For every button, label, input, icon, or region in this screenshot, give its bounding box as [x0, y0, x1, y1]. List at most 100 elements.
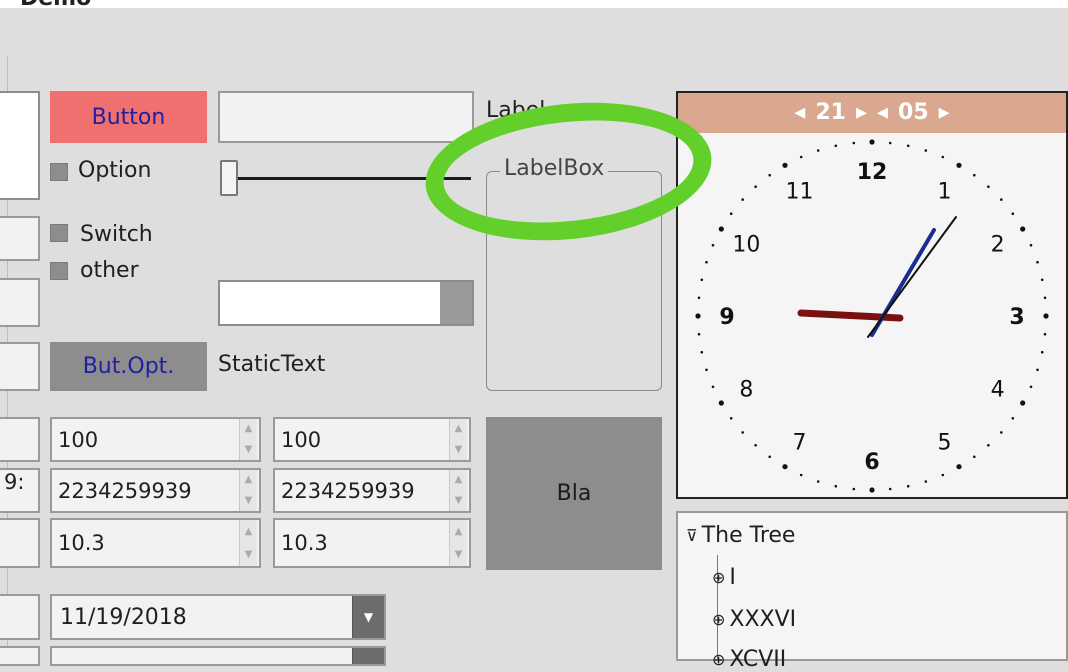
tree-view[interactable]: ⊽ The Tree ⊕ I ⊕ XXXVI ⊕ XCVII — [676, 511, 1068, 672]
other-checkbox[interactable] — [50, 262, 68, 280]
option-label: Option — [78, 158, 152, 183]
progress-field[interactable] — [218, 280, 474, 326]
chevron-down-icon: ▼ — [363, 610, 374, 624]
clock-number: 7 — [793, 431, 807, 456]
slider-thumb[interactable] — [220, 160, 238, 196]
clock-tick — [1000, 198, 1003, 201]
spin-up-icon[interactable]: ▲ — [245, 526, 253, 536]
tree-item-xxxvi-label: XXXVI — [729, 607, 797, 632]
spin-down-icon[interactable]: ▼ — [245, 549, 253, 559]
clock-tick — [888, 487, 892, 491]
switch-checkbox[interactable] — [50, 224, 68, 242]
top-strip — [0, 0, 1068, 8]
tree-item-i[interactable]: ⊕ I — [712, 565, 736, 590]
left-input-4[interactable] — [0, 342, 40, 391]
clock-tick — [768, 173, 771, 177]
clock-tick — [782, 162, 788, 168]
spin-2[interactable]: 100 ▲ ▼ — [273, 417, 471, 462]
spin-down-icon[interactable]: ▼ — [455, 444, 463, 454]
spin-6-arrows[interactable]: ▲ ▼ — [449, 520, 467, 566]
clock-tick — [718, 226, 724, 232]
spin-3[interactable]: 2234259939 ▲ ▼ — [50, 468, 261, 513]
clock-tick — [1036, 260, 1039, 264]
spin-down-icon[interactable]: ▼ — [455, 495, 463, 505]
button[interactable]: Button — [50, 91, 207, 143]
spin-5-arrows[interactable]: ▲ ▼ — [239, 520, 257, 566]
clock-tick — [1036, 368, 1039, 372]
left-spin-3[interactable] — [0, 518, 40, 568]
tree-root[interactable]: ⊽ The Tree — [686, 523, 795, 548]
clock-number: 1 — [938, 179, 952, 204]
spin-1-arrows[interactable]: ▲ ▼ — [239, 419, 257, 460]
spin-4[interactable]: 2234259939 ▲ ▼ — [273, 468, 471, 513]
spin-3-arrows[interactable]: ▲ ▼ — [239, 470, 257, 511]
clock-tick — [718, 400, 724, 406]
left-spin-1[interactable] — [0, 417, 40, 462]
bla-button[interactable]: Bla — [486, 417, 662, 570]
slider-track[interactable] — [236, 177, 471, 180]
collapse-icon[interactable]: ⊽ — [686, 526, 698, 545]
left-date-field-2[interactable] — [0, 646, 40, 666]
tree-item-xcvii-label: XCVII — [729, 647, 787, 672]
clock-tick — [816, 480, 820, 483]
spin-down-icon[interactable]: ▼ — [455, 549, 463, 559]
expand-icon[interactable]: ⊕ — [712, 568, 725, 587]
date-field[interactable]: 11/19/2018 ▼ — [50, 594, 386, 640]
left-spin-2-text: 9: — [4, 470, 25, 494]
but-opt-button[interactable]: But.Opt. — [50, 342, 207, 391]
left-spin-2[interactable]: 9: — [0, 468, 40, 513]
clock-tick — [711, 385, 715, 389]
spin-6[interactable]: 10.3 ▲ ▼ — [273, 518, 471, 568]
top-input[interactable] — [218, 91, 474, 143]
clock-number: 9 — [719, 305, 734, 330]
clock-number: 2 — [991, 233, 1005, 258]
clock-tick — [869, 487, 875, 493]
spin-down-icon[interactable]: ▼ — [245, 444, 253, 454]
spin-up-icon[interactable]: ▲ — [245, 475, 253, 485]
option-checkbox[interactable] — [50, 163, 68, 181]
clock-tick — [852, 141, 856, 145]
tree-item-xxxvi[interactable]: ⊕ XXXVI — [712, 607, 796, 632]
spin-down-icon[interactable]: ▼ — [245, 495, 253, 505]
hour-left-arrow-icon[interactable]: ◂ — [794, 102, 805, 124]
spin-up-icon[interactable]: ▲ — [455, 475, 463, 485]
spin-6-value: 10.3 — [281, 531, 328, 555]
clock-tick — [1029, 385, 1033, 389]
spin-up-icon[interactable]: ▲ — [455, 526, 463, 536]
clock-tick — [799, 473, 803, 477]
clock-tick — [1011, 212, 1015, 215]
clock-number: 5 — [938, 431, 952, 456]
spin-1-value: 100 — [58, 427, 99, 452]
other-label: other — [80, 258, 139, 283]
clock-tick — [695, 313, 701, 319]
left-textarea-top[interactable] — [0, 91, 40, 200]
clock-number: 3 — [1009, 305, 1024, 330]
spin-up-icon[interactable]: ▲ — [455, 424, 463, 434]
minute-right-arrow-icon[interactable]: ▸ — [939, 102, 950, 124]
clock-number: 6 — [864, 450, 879, 475]
date-dropdown-button-2[interactable] — [352, 648, 384, 664]
left-date-field-1[interactable] — [0, 594, 40, 640]
date-dropdown-button[interactable]: ▼ — [352, 596, 384, 638]
clock-tick — [1011, 417, 1015, 420]
clock-tick — [697, 296, 701, 300]
spin-5[interactable]: 10.3 ▲ ▼ — [50, 518, 261, 568]
clock-tick — [834, 144, 838, 148]
spin-1[interactable]: 100 ▲ ▼ — [50, 417, 261, 462]
clock-tick — [1020, 226, 1026, 232]
spin-up-icon[interactable]: ▲ — [245, 424, 253, 434]
hour-right-arrow-icon[interactable]: ▸ — [856, 102, 867, 124]
tree-item-xcvii[interactable]: ⊕ XCVII — [712, 647, 786, 672]
label-text: Label — [486, 98, 546, 123]
left-input-2[interactable] — [0, 216, 40, 261]
left-input-3[interactable] — [0, 278, 40, 327]
clock-tick — [754, 444, 757, 447]
minute-left-arrow-icon[interactable]: ◂ — [877, 102, 888, 124]
spin-2-arrows[interactable]: ▲ ▼ — [449, 419, 467, 460]
date-field-2[interactable] — [50, 646, 386, 666]
expand-icon[interactable]: ⊕ — [712, 650, 725, 669]
expand-icon[interactable]: ⊕ — [712, 610, 725, 629]
spin-4-arrows[interactable]: ▲ ▼ — [449, 470, 467, 511]
labelbox — [486, 171, 662, 391]
clock-panel: ◂ 21 ▸ ◂ 05 ▸ 12 1 2 3 4 5 6 7 8 9 10 11 — [676, 91, 1068, 499]
